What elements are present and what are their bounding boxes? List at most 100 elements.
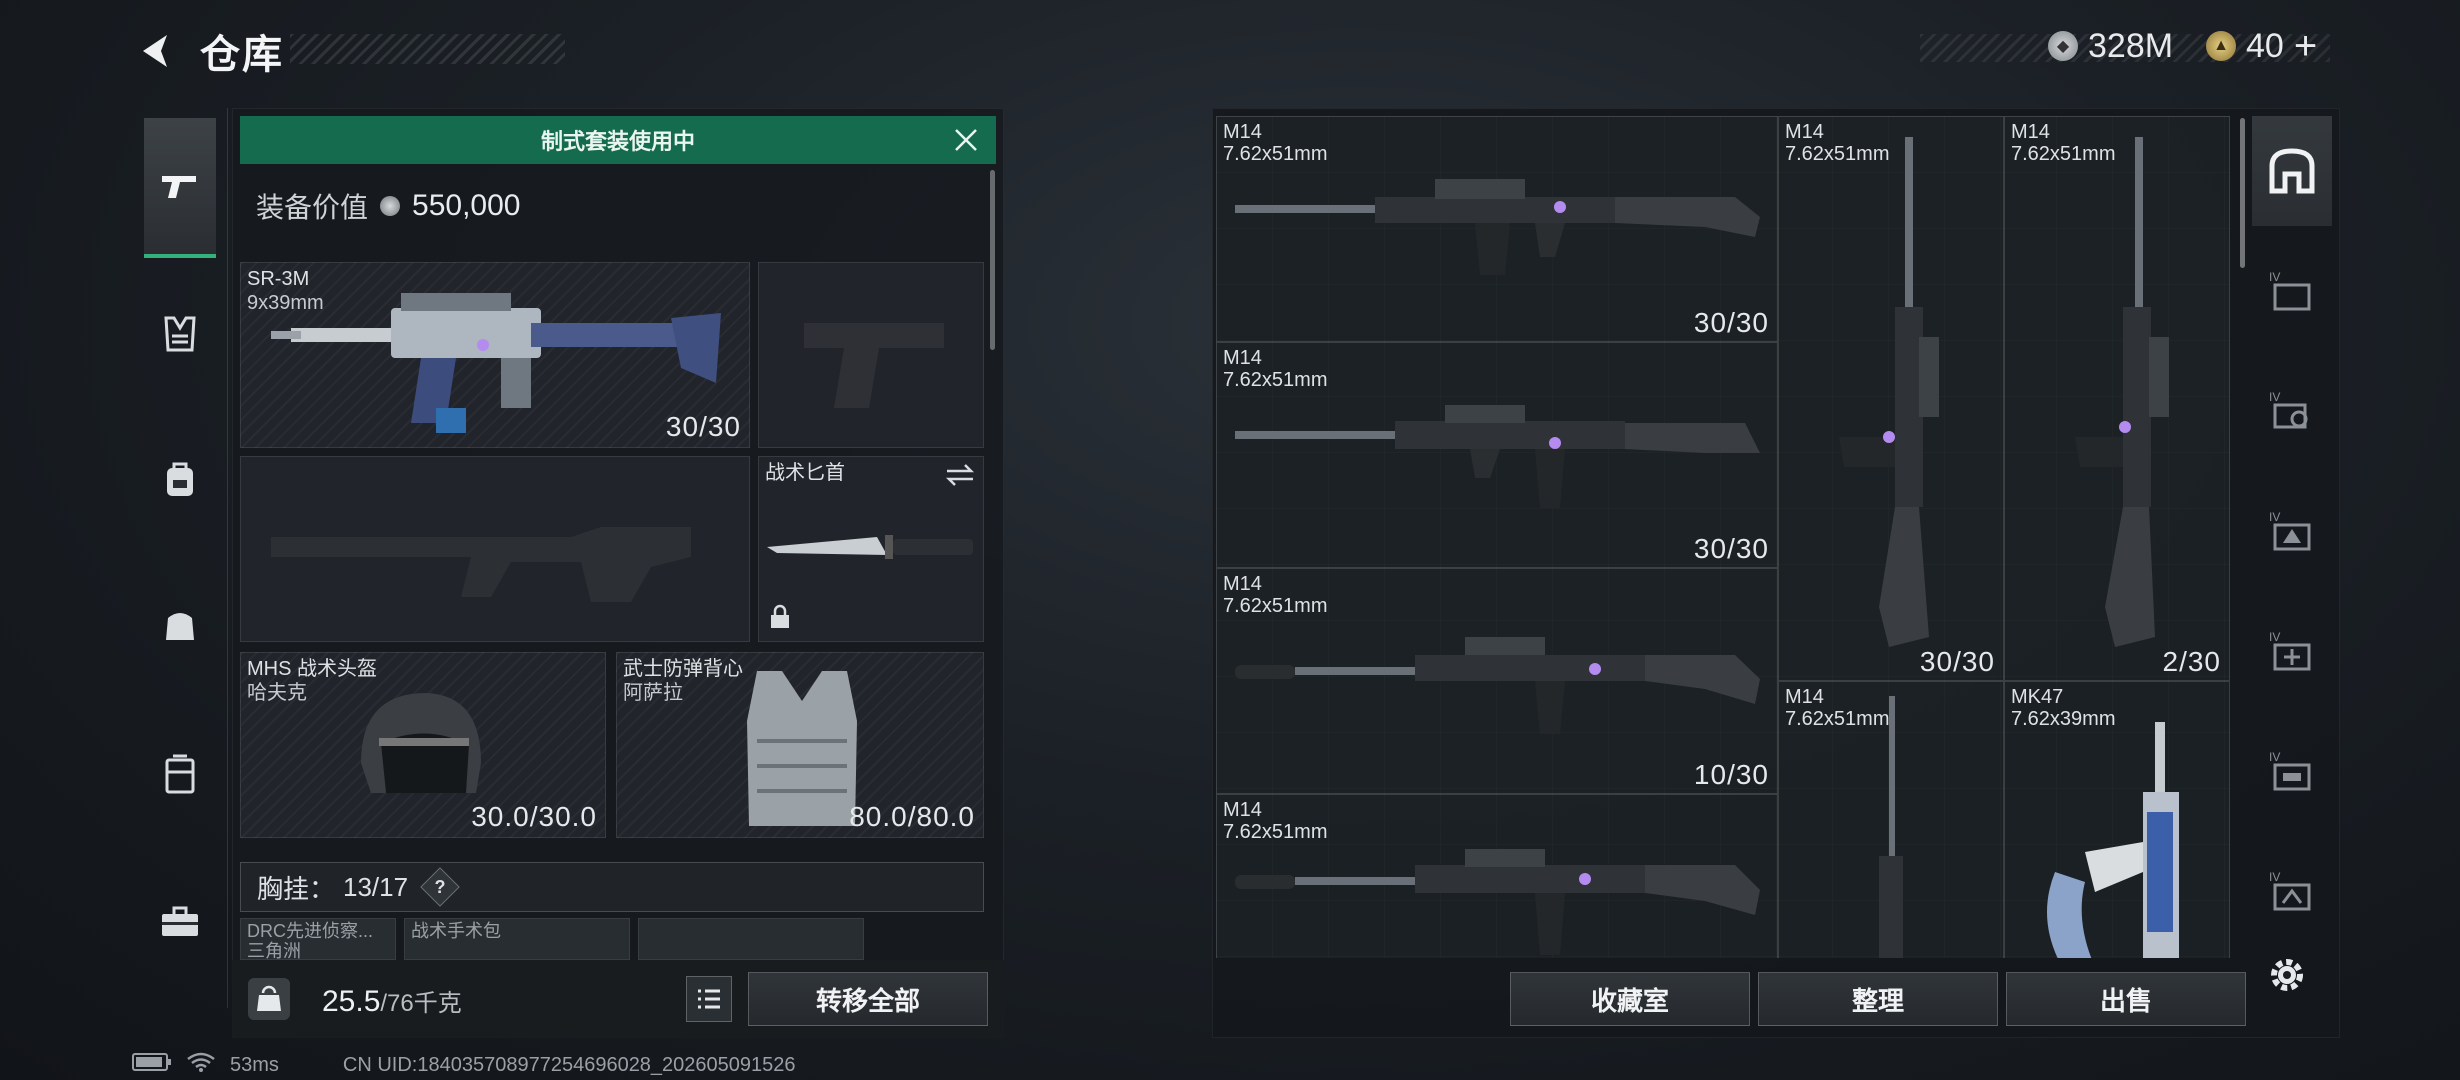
armor-brand: 阿萨拉 bbox=[623, 682, 683, 704]
svg-text:IV: IV bbox=[2269, 510, 2280, 524]
armor-slot[interactable]: 武士防弹背心 阿萨拉 80.0/80.0 bbox=[616, 652, 984, 838]
category-nav bbox=[132, 108, 228, 1008]
chest-rig-row[interactable]: 胸挂： 13/17 ? bbox=[240, 862, 984, 912]
knife-name: 战术匕首 bbox=[765, 462, 845, 484]
close-banner-button[interactable] bbox=[950, 124, 982, 156]
tab-stash-3[interactable]: IV bbox=[2252, 476, 2332, 586]
tab-stash-6[interactable]: IV bbox=[2252, 836, 2332, 946]
stash-tab-1-icon: IV bbox=[2269, 270, 2311, 311]
gear-icon bbox=[2271, 959, 2303, 991]
equipment-value: 装备价值 550,000 bbox=[256, 186, 520, 226]
help-icon: ? bbox=[434, 876, 446, 897]
silver-coin-icon: ◆ bbox=[2048, 31, 2078, 61]
nav-backpack[interactable] bbox=[144, 444, 216, 516]
m14-rifle-vertical-image bbox=[1839, 137, 1939, 647]
armor-name: 武士防弹背心 bbox=[623, 658, 743, 680]
loadout-banner: 制式套装使用中 bbox=[240, 116, 996, 164]
stash-tab-4-icon: IV bbox=[2269, 630, 2311, 671]
mini-slot-1-name: DRC先进侦察... bbox=[247, 921, 373, 941]
gold-currency[interactable]: ▲ 40 + bbox=[2206, 24, 2317, 69]
nav-weapons[interactable] bbox=[144, 118, 216, 258]
gold-coin-icon: ▲ bbox=[2206, 31, 2236, 61]
tab-stash-1[interactable]: IV bbox=[2252, 236, 2332, 346]
item-name: M14 bbox=[1223, 573, 1262, 595]
banner-text: 制式套装使用中 bbox=[540, 129, 695, 154]
silver-amount: 328M bbox=[2088, 26, 2174, 65]
item-ammo: 30/30 bbox=[1693, 533, 1769, 564]
helmet-slot[interactable]: MHS 战术头盔 哈夫克 30.0/30.0 bbox=[240, 652, 606, 838]
secondary-weapon-slot-empty[interactable] bbox=[240, 456, 750, 642]
sort-button[interactable]: 整理 bbox=[1758, 972, 1998, 1026]
tab-stash-4[interactable]: IV bbox=[2252, 596, 2332, 706]
bag-icon bbox=[166, 613, 194, 640]
add-currency-button[interactable]: + bbox=[2294, 24, 2317, 69]
nav-chest-rig[interactable] bbox=[144, 298, 216, 370]
mini-slot-2[interactable]: 战术手术包 bbox=[404, 918, 630, 960]
lock-icon bbox=[769, 604, 791, 635]
armor-durability: 80.0/80.0 bbox=[849, 801, 975, 832]
nav-toolbox[interactable] bbox=[144, 886, 216, 958]
tab-stash-5[interactable]: IV bbox=[2252, 716, 2332, 826]
svg-text:IV: IV bbox=[2269, 270, 2280, 284]
stash-item-m14-3[interactable]: M14 7.62x51mm 10/30 bbox=[1216, 568, 1778, 794]
stash-item-mk47[interactable]: MK47 7.62x39mm bbox=[2004, 681, 2230, 958]
item-ammo: 10/30 bbox=[1693, 759, 1769, 790]
stash-item-m14-7[interactable]: M14 7.62x51mm bbox=[1778, 681, 2004, 958]
nav-container[interactable] bbox=[144, 738, 216, 810]
helmet-image bbox=[361, 693, 481, 793]
collection-room-button[interactable]: 收藏室 bbox=[1510, 972, 1750, 1026]
m14-rifle-vertical-image bbox=[1879, 696, 1903, 958]
toolbox-icon bbox=[162, 906, 198, 936]
tab-all[interactable] bbox=[2252, 116, 2332, 226]
item-name: M14 bbox=[1223, 121, 1262, 143]
helmet-durability: 30.0/30.0 bbox=[471, 801, 597, 832]
weight-current: 25.5 bbox=[322, 985, 381, 1018]
item-ammo: 30/30 bbox=[1693, 307, 1769, 338]
nav-bag[interactable] bbox=[144, 588, 216, 660]
stash-item-m14-1[interactable]: M14 7.62x51mm 30/30 bbox=[1216, 116, 1778, 342]
value-label: 装备价值 bbox=[256, 192, 369, 223]
weight-max: /76千克 bbox=[380, 990, 462, 1017]
stash-tab-2-icon: IV bbox=[2269, 390, 2308, 429]
battery-icon bbox=[132, 1052, 172, 1078]
wifi-icon bbox=[186, 1051, 216, 1079]
transfer-all-button[interactable]: 转移全部 bbox=[748, 972, 988, 1026]
item-ammo: 30/30 bbox=[1919, 646, 1995, 677]
svg-text:IV: IV bbox=[2269, 750, 2280, 764]
chest-rig-label: 胸挂： bbox=[257, 873, 336, 904]
sell-button[interactable]: 出售 bbox=[2006, 972, 2246, 1026]
status-bar: 53ms CN UID:1840357089772546960​28_20260… bbox=[132, 1052, 796, 1078]
m14-rifle-vertical-image bbox=[2075, 137, 2169, 647]
mini-slot-3[interactable] bbox=[638, 918, 864, 960]
loadout-scrollbar[interactable] bbox=[990, 170, 995, 350]
primary-weapon-slot[interactable]: SR-3M 9x39mm 30/30 bbox=[240, 262, 750, 448]
ping-value: 53ms bbox=[230, 1053, 279, 1076]
item-name: MK47 bbox=[2011, 686, 2064, 708]
pistol-icon bbox=[162, 176, 196, 198]
stash-item-m14-4[interactable]: M14 7.62x51mm bbox=[1216, 794, 1778, 958]
case-icon bbox=[165, 754, 195, 794]
tab-stash-2[interactable]: IV bbox=[2252, 356, 2332, 466]
sr3m-rifle-image bbox=[271, 293, 721, 433]
knife-slot[interactable]: 战术匕首 bbox=[758, 456, 984, 642]
mk47-rifle-image bbox=[2047, 722, 2179, 958]
svg-text:IV: IV bbox=[2269, 390, 2280, 404]
settings-button[interactable] bbox=[2262, 950, 2312, 1000]
gold-amount: 40 bbox=[2246, 26, 2284, 65]
silver-currency: ◆ 328M bbox=[2048, 26, 2173, 66]
mini-slot-1[interactable]: DRC先进侦察... 三角洲 bbox=[240, 918, 396, 960]
mini-slot-2-name: 战术手术包 bbox=[411, 921, 501, 941]
stash-item-m14-6[interactable]: M14 7.62x51mm 2/30 bbox=[2004, 116, 2230, 681]
swap-button[interactable] bbox=[945, 463, 975, 492]
back-button[interactable] bbox=[130, 26, 180, 76]
backpack-icon bbox=[167, 462, 193, 496]
stash-item-m14-2[interactable]: M14 7.62x51mm 30/30 bbox=[1216, 342, 1778, 568]
stash-scrollbar[interactable] bbox=[2240, 118, 2245, 268]
uid-text: CN UID:1840357089772546960​28_2026050915… bbox=[342, 1053, 796, 1076]
stash-item-m14-5[interactable]: M14 7.62x51mm 30/30 bbox=[1778, 116, 2004, 681]
svg-text:IV: IV bbox=[2269, 630, 2280, 644]
weight-readout: 25.5/76千克 bbox=[322, 983, 462, 1019]
pistol-slot-empty[interactable] bbox=[758, 262, 984, 448]
list-view-button[interactable] bbox=[686, 976, 732, 1022]
help-button[interactable]: ? bbox=[420, 867, 460, 907]
